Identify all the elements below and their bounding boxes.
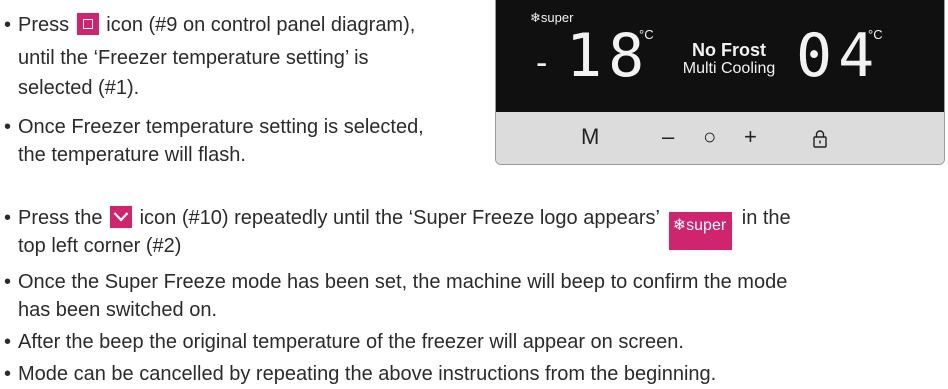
display-screen: ❄super - 18 °C No Frost Multi Cooling 04… [496,0,944,112]
bullet-dot: • [4,271,12,293]
bullet-5: • After the beep the original temperature… [4,330,684,354]
bullet-2-line-1: • Once Freezer temperature setting is sel… [4,115,424,139]
circle-button: ○ [703,124,717,149]
chevron-down-icon [110,206,133,228]
lock-icon [812,128,828,154]
bullet-4-line-2: has been switched on. [18,299,218,321]
bullet-1-line-2: until the ‘Freezer temperature setting’ … [18,47,369,69]
snowflake-icon: ❄ [672,217,687,234]
bullet-dot: • [4,207,12,229]
bullet-dot: • [4,331,12,353]
bullet-dot: • [4,116,12,138]
no-frost-label: No Frost [692,40,766,60]
minus-button: – [662,124,675,149]
text-cancel-mode: Mode can be cancelled by repeating the a… [18,363,717,385]
button-bar: M – ○ + [496,112,944,164]
bullet-1-line-1: • Press icon (#9 on control panel diagram… [4,13,415,37]
bullet-dot: • [4,14,12,36]
snowflake-icon: ❄ [530,10,541,25]
freezer-temp-readout: 18 [566,21,651,91]
mode-button: M [581,124,600,149]
minus-sign: - [536,44,548,82]
text-in-the: in the [741,207,791,229]
control-panel-diagram: ❄super - 18 °C No Frost Multi Cooling 04… [495,0,945,165]
square-button-icon [76,13,99,35]
bullet-6: • Mode can be cancelled by repeating the … [4,362,716,386]
text-once-set: Once the Super Freeze mode has been set,… [18,271,788,293]
multi-cooling-label: Multi Cooling [682,60,776,77]
text-press: Press [18,14,70,36]
bullet-4-line-1: • Once the Super Freeze mode has been set… [4,270,787,294]
text-once-selected: Once Freezer temperature setting is sele… [18,116,424,138]
text-press-the: Press the [18,207,103,229]
plus-button: + [744,124,757,149]
super-freeze-badge: ❄super [668,212,733,250]
text-icon-ref: icon (#9 on control panel diagram), [106,14,416,36]
bullet-2-line-2: the temperature will flash. [18,144,246,166]
bullet-3-line-2: top left corner (#2) [18,235,182,257]
freezer-unit: °C [639,27,654,42]
text-repeat-until: icon (#10) repeatedly until the ‘Super F… [139,207,660,229]
fridge-unit: °C [868,27,883,42]
text-after-beep: After the beep the original temperature … [18,331,684,353]
bullet-1-line-3: selected (#1). [18,77,140,99]
bullet-dot: • [4,363,12,385]
